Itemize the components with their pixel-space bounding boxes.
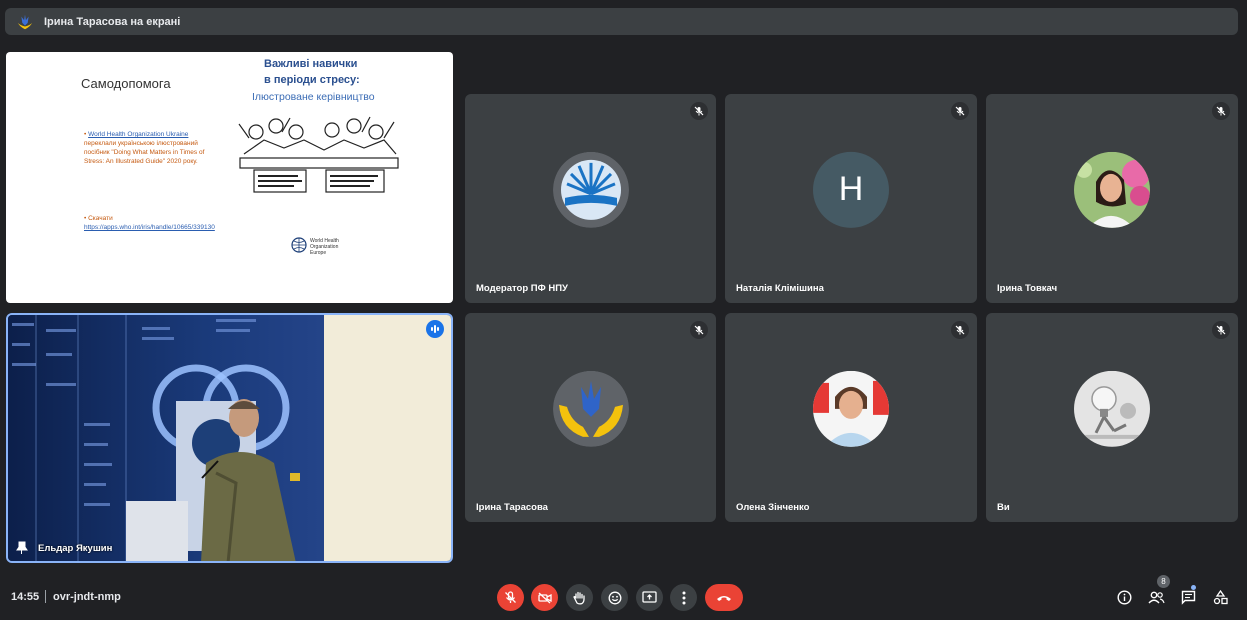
photo-avatar: [813, 370, 889, 447]
people-button[interactable]: [1145, 586, 1167, 608]
hang-up-icon: [717, 595, 731, 601]
camera-off-icon: [537, 592, 552, 603]
trident-hands-avatar: [552, 370, 629, 447]
participant-name: Ви: [997, 502, 1010, 513]
control-bar: 14:55 ovr-jndt-nmp: [0, 576, 1247, 620]
presentation-banner: Ірина Тарасова на екрані: [5, 8, 1238, 35]
participant-name: Модератор ПФ НПУ: [476, 283, 568, 294]
presenter-title: Ірина Тарасова на екрані: [44, 15, 181, 28]
slide-illustration: [238, 116, 399, 193]
shared-screen[interactable]: Самодопомога Важливі навички в періоди с…: [6, 52, 453, 303]
participant-tile[interactable]: Олена Зінченко: [725, 313, 977, 522]
pin-icon[interactable]: [16, 541, 28, 555]
present-screen-icon: [642, 591, 657, 603]
mic-off-icon: [1212, 321, 1230, 339]
slide-heading-2: в періоди стресу:: [264, 74, 360, 86]
people-count-badge: 8: [1157, 575, 1170, 588]
more-options-button[interactable]: [670, 584, 697, 611]
slide-bullet-1: • World Health Organization Ukraine пере…: [84, 131, 205, 165]
divider: [45, 590, 46, 603]
mic-off-icon: [951, 321, 969, 339]
info-icon: [1116, 589, 1132, 605]
participant-name: Ірина Товкач: [997, 283, 1058, 294]
slide-heading-1: Важливі навички: [264, 58, 358, 70]
people-icon: [1147, 591, 1165, 603]
participant-name: Наталія Клімішина: [736, 283, 824, 294]
slide-subheading: Ілюстроване керівництво: [252, 91, 375, 103]
initial-avatar: H: [813, 151, 889, 228]
trident-logo-icon: [17, 14, 33, 29]
hand-icon: [573, 591, 585, 605]
who-logo-icon: [291, 237, 307, 253]
participant-tile-self[interactable]: Ви: [986, 313, 1238, 522]
smiley-icon: [608, 591, 621, 604]
mic-off-icon: [505, 591, 516, 603]
robot-bulb-avatar: [1074, 370, 1150, 447]
activities-button[interactable]: [1209, 586, 1231, 608]
mic-off-icon: [1212, 102, 1230, 120]
meeting-code: ovr-jndt-nmp: [53, 591, 121, 603]
toggle-camera-button[interactable]: [531, 584, 558, 611]
who-ukraine-link[interactable]: World Health Organization Ukraine: [88, 131, 188, 138]
speaker-video: [8, 315, 451, 561]
participant-tile[interactable]: H Наталія Клімішина: [725, 94, 977, 303]
leave-call-button[interactable]: [705, 584, 743, 611]
download-link[interactable]: https://apps.who.int/iris/handle/10665/3…: [84, 224, 215, 231]
mic-off-icon: [690, 321, 708, 339]
more-vert-icon: [682, 591, 685, 604]
participant-tile[interactable]: Модератор ПФ НПУ: [465, 94, 716, 303]
photo-avatar: [1074, 151, 1150, 228]
chat-icon: [1181, 590, 1195, 605]
mic-off-icon: [951, 102, 969, 120]
slide-bullet-2: • Скачати https://apps.who.int/iris/hand…: [84, 215, 215, 231]
participant-tile[interactable]: Ірина Тарасова: [465, 313, 716, 522]
clock: 14:55: [11, 591, 40, 603]
slide-title: Самодопомога: [81, 76, 171, 91]
speaker-name: Ельдар Якушин: [38, 543, 113, 554]
mic-off-icon: [690, 102, 708, 120]
reactions-button[interactable]: [601, 584, 628, 611]
speaking-indicator-icon: [426, 320, 444, 338]
chat-notification-dot: [1191, 585, 1196, 590]
meeting-details-button[interactable]: [1113, 586, 1135, 608]
npu-logo-avatar: [552, 151, 629, 228]
active-speaker-tile[interactable]: Ельдар Якушин: [6, 313, 453, 563]
activities-icon: [1213, 589, 1228, 604]
toggle-microphone-button[interactable]: [497, 584, 524, 611]
participant-name: Ірина Тарасова: [476, 502, 548, 513]
participant-name: Олена Зінченко: [736, 502, 810, 513]
who-logo-text: World Health Organization Europe: [310, 238, 339, 256]
chat-button[interactable]: [1177, 586, 1199, 608]
raise-hand-button[interactable]: [566, 584, 593, 611]
participant-tile[interactable]: Ірина Товкач: [986, 94, 1238, 303]
present-now-button[interactable]: [636, 584, 663, 611]
